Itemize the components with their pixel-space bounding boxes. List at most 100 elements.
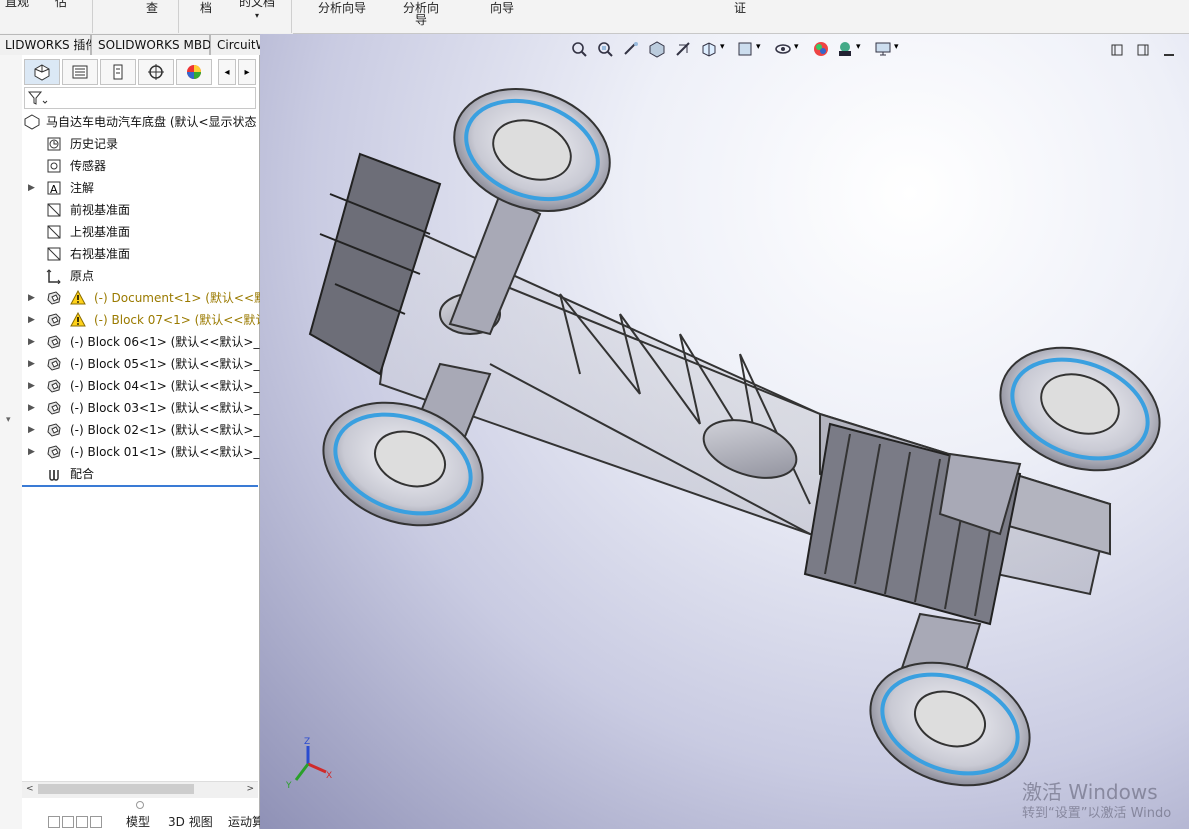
coordinate-triad: Z X Y [285, 737, 332, 791]
tab-solidworks-mbd[interactable]: SOLIDWORKS MBD [91, 34, 211, 55]
activation-watermark-subtitle: 转到“设置”以激活 Windo [1022, 806, 1172, 821]
mate-icon [46, 466, 62, 482]
horizontal-scrollbar[interactable]: < > [22, 781, 258, 798]
expand-arrow-icon[interactable]: ▶ [28, 375, 35, 397]
tree-filter-input[interactable] [24, 87, 256, 109]
configuration-manager-tab[interactable] [100, 59, 136, 85]
ribbon-btn-6[interactable]: 分析向导 [312, 2, 372, 14]
plane-icon [46, 202, 62, 218]
ribbon-btn-7[interactable]: 分析向导 [396, 2, 446, 26]
part-icon [46, 378, 62, 394]
collapse-arrow-icon[interactable]: ▾ [6, 415, 11, 425]
tree-item-label: 上视基准面 [70, 225, 131, 239]
panel-resize-grip[interactable] [136, 801, 144, 809]
tree-item-label: (-) Block 07<1> (默认<<默认 [94, 313, 268, 327]
dropdown-arrow-icon: ▾ [254, 11, 259, 20]
plane-icon [46, 246, 62, 262]
wheel-rear-left [453, 88, 611, 212]
expand-arrow-icon[interactable]: ▶ [28, 309, 35, 331]
tree-item-label: 传感器 [70, 159, 107, 173]
history-icon [46, 136, 62, 152]
part-icon [46, 356, 62, 372]
part-tree-icon [34, 64, 50, 81]
wheel-front-right [869, 661, 1031, 787]
part-icon [46, 334, 62, 350]
tab-scroll-left[interactable]: ◂ [218, 59, 236, 85]
chassis-3d-model[interactable]: Z X Y [260, 34, 1189, 829]
warning-icon [70, 289, 86, 306]
annotation-icon: A [46, 180, 62, 196]
part-icon [46, 422, 62, 438]
property-list-icon [72, 65, 88, 79]
sensor-icon [46, 158, 62, 174]
ribbon-btn-1[interactable]: 直观 [2, 0, 32, 8]
nav-last-icon[interactable] [90, 816, 102, 828]
part-icon [46, 400, 62, 416]
nav-next-icon[interactable] [76, 816, 88, 828]
triad-y-label: Y [285, 781, 292, 791]
rollback-bar[interactable] [22, 485, 258, 487]
ribbon-btn-9[interactable]: 证 [728, 2, 752, 14]
tree-item-label: (-) Block 03<1> (默认<<默认>_显 [70, 401, 272, 415]
nav-first-icon[interactable] [48, 816, 60, 828]
configuration-icon [113, 64, 123, 80]
expand-arrow-icon[interactable]: ▶ [28, 177, 35, 199]
ribbon-separator [92, 0, 93, 33]
ribbon-btn-2[interactable]: 估 [46, 0, 76, 8]
expand-arrow-icon[interactable]: ▶ [28, 419, 35, 441]
display-manager-tab[interactable] [176, 59, 212, 85]
scrollbar-thumb[interactable] [38, 784, 194, 794]
assembly-icon [24, 114, 40, 130]
tree-item-label: 前视基准面 [70, 203, 131, 217]
scroll-left-icon[interactable]: < [26, 784, 34, 794]
expand-arrow-icon[interactable]: ▶ [28, 397, 35, 419]
tree-item-label: (-) Block 04<1> (默认<<默认>_显 [70, 379, 272, 393]
property-manager-tab[interactable] [62, 59, 98, 85]
filter-icon [27, 91, 48, 105]
ribbon-btn-8[interactable]: 向导 [484, 2, 520, 14]
part-icon [46, 290, 62, 306]
bottom-tab-nav[interactable] [48, 816, 114, 828]
color-wheel-icon [187, 65, 201, 79]
tab-model[interactable]: 模型 [126, 815, 150, 829]
left-side-strip: ▾ [0, 55, 23, 829]
command-manager-tabs: LIDWORKS 插件 SOLIDWORKS MBD CircuitWorks [0, 33, 293, 55]
nav-prev-icon[interactable] [62, 816, 74, 828]
ribbon-btn-4[interactable]: 档 [186, 2, 226, 14]
part-icon [46, 312, 62, 328]
scroll-right-icon[interactable]: > [246, 784, 254, 794]
chevron-left-icon: ◂ [224, 66, 230, 78]
expand-arrow-icon[interactable]: ▶ [28, 441, 35, 463]
svg-text:A: A [50, 183, 58, 196]
tab-solidworks-addins[interactable]: LIDWORKS 插件 [0, 34, 97, 55]
expand-arrow-icon[interactable]: ▶ [28, 287, 35, 309]
expand-arrow-icon[interactable]: ▶ [28, 353, 35, 375]
feature-manager-tab[interactable] [24, 59, 60, 85]
origin-icon [46, 268, 62, 285]
chevron-right-icon: ▸ [244, 66, 250, 78]
graphics-viewport[interactable]: ▾ ▾ ▾ ▾ ▾ Z X Y 激活 Windows 转到“设置”以激活 Win… [260, 34, 1189, 829]
tree-item-label: (-) Block 01<1> (默认<<默认>_显 [70, 445, 272, 459]
ribbon-separator [291, 0, 292, 33]
tab-scroll-right[interactable]: ▸ [238, 59, 256, 85]
triad-x-label: X [326, 771, 332, 781]
tree-item-label: 原点 [70, 269, 95, 283]
tree-item-label: 右视基准面 [70, 247, 131, 261]
tree-item-label: (-) Block 02<1> (默认<<默认>_显 [70, 423, 272, 437]
warning-icon [70, 311, 86, 328]
tree-item-label: (-) Document<1> (默认<<默 [94, 291, 267, 305]
tree-item-label: 注解 [70, 181, 95, 195]
ribbon-btn-5[interactable]: 的文档 ▾ [232, 0, 282, 22]
triad-z-label: Z [304, 737, 310, 747]
feature-manager-panel: ◂ ▸ 马自达车电动汽车底盘 (默认<显示状态 历史记录 传感器 ▶ A 注解 前视基准面上… [22, 55, 271, 829]
tree-item-label: (-) Block 05<1> (默认<<默认>_显 [70, 357, 272, 371]
part-icon [46, 444, 62, 460]
dimxpert-tab[interactable] [138, 59, 174, 85]
panel-tabs: ◂ ▸ [22, 59, 258, 85]
tab-3d-view[interactable]: 3D 视图 [168, 815, 213, 829]
ribbon-btn-3[interactable]: 查 [132, 2, 172, 14]
crosshair-icon [148, 64, 164, 80]
tree-item-label: 历史记录 [70, 137, 119, 151]
expand-arrow-icon[interactable]: ▶ [28, 331, 35, 353]
command-ribbon: 直观 估 查 档 的文档 ▾ 分析向导 分析向导 向导 证 [0, 0, 1189, 34]
